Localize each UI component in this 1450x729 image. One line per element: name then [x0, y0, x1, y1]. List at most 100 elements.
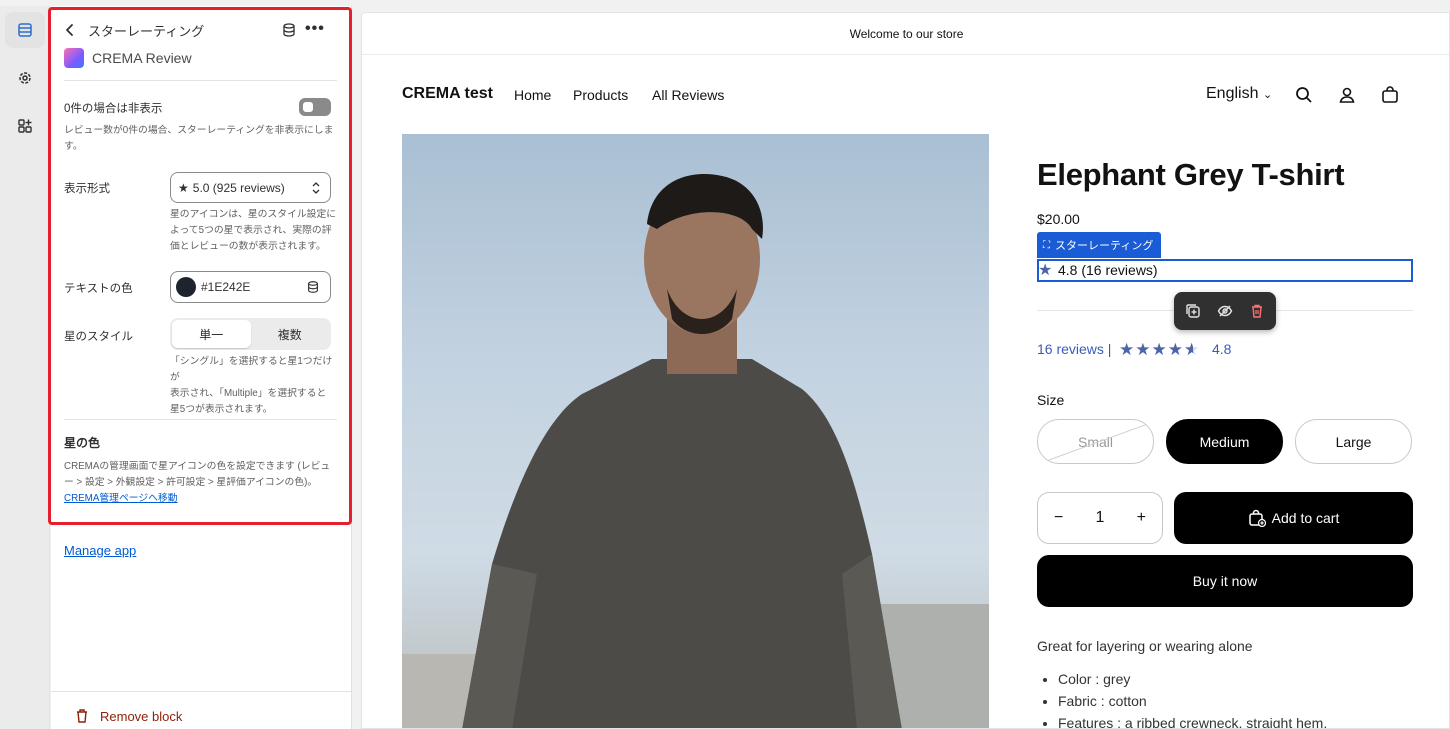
star-style-segmented: 単一 複数 [170, 318, 331, 350]
help-line: CREMAの管理画面で星アイコンの色を設定できます (レビュ [64, 461, 331, 472]
star-style-multiple-button[interactable]: 複数 [251, 320, 330, 348]
star-icon: ★ [1151, 340, 1168, 359]
feature-list: Color : grey Fabric : cotton Features : … [1058, 668, 1327, 728]
rating-value: 4.8 [1212, 341, 1232, 357]
size-option-medium[interactable]: Medium [1166, 419, 1283, 464]
cart-icon[interactable] [1380, 85, 1400, 105]
sections-button[interactable] [5, 12, 45, 48]
list-item: Color : grey [1058, 668, 1327, 690]
star-style-single-button[interactable]: 単一 [172, 320, 251, 348]
product-description: Great for layering or wearing alone [1037, 638, 1253, 654]
database-icon[interactable] [306, 280, 320, 294]
star-color-help: CREMAの管理画面で星アイコンの色を設定できます (レビュ ー > 設定 > … [64, 459, 344, 507]
text-color-label: テキストの色 [64, 283, 133, 295]
list-item: Fabric : cotton [1058, 690, 1327, 712]
display-format-select[interactable]: ★ 5.0 (925 reviews) [170, 172, 331, 203]
announcement-bar: Welcome to our store [362, 13, 1449, 55]
duplicate-icon[interactable] [1185, 303, 1201, 319]
back-icon[interactable] [63, 22, 77, 38]
apps-button[interactable] [5, 108, 45, 144]
language-selector[interactable]: English ⌄ [1206, 85, 1272, 103]
cart-add-icon [1248, 509, 1266, 527]
remove-block-row[interactable]: Remove block [51, 691, 352, 729]
minus-icon[interactable]: − [1054, 509, 1063, 527]
size-option-large[interactable]: Large [1295, 419, 1412, 464]
star-icon: ★ [1135, 340, 1152, 359]
help-line: ー > 設定 > 外観設定 > 許可設定 > 星評価アイコンの色)。 [64, 477, 318, 488]
star-icon: ★ [1167, 340, 1184, 359]
quantity-value[interactable]: 1 [1096, 509, 1105, 527]
hide-zero-toggle[interactable] [299, 98, 331, 116]
plus-icon[interactable]: + [1137, 509, 1146, 527]
text-color-value: #1E242E [201, 280, 251, 294]
display-format-label: 表示形式 [64, 183, 110, 195]
block-toolbar [1174, 292, 1276, 330]
help-line: す。 [64, 141, 83, 152]
block-settings-panel: スターレーティング ••• CREMA Review 0件の場合は非表示 レビュ… [51, 6, 352, 729]
quantity-stepper: − 1 + [1037, 492, 1163, 544]
block-star-icon: ★ [1038, 262, 1053, 279]
help-line: 星のアイコンは、星のスタイル設定に [170, 209, 337, 220]
trash-icon [77, 709, 87, 723]
display-format-value: 5.0 (925 reviews) [192, 180, 285, 195]
more-actions-icon[interactable]: ••• [305, 20, 325, 38]
product-image [402, 173, 989, 728]
star-rating-text: 4.8 (16 reviews) [1058, 262, 1158, 278]
help-line: レビュー数が0件の場合、スターレーティングを非表示にしま [64, 125, 334, 136]
size-label: Size [1037, 392, 1065, 408]
hide-icon[interactable] [1217, 303, 1233, 319]
display-format-help: 星のアイコンは、星のスタイル設定に よって5つの星で表示され、実際の評 価とレビ… [170, 207, 340, 255]
panel-header: スターレーティング ••• CREMA Review [51, 6, 352, 81]
block-select-icon: ⛶ [1043, 239, 1050, 251]
product-star-rating: ★★★★★★ [1119, 340, 1200, 360]
apps-icon [18, 119, 32, 133]
select-chevron-icon [312, 182, 320, 194]
sections-icon [18, 23, 32, 37]
list-item: Features : a ribbed crewneck, straight h… [1058, 712, 1327, 728]
account-icon[interactable] [1337, 85, 1357, 105]
add-to-cart-button[interactable]: Add to cart [1174, 492, 1413, 544]
reviews-count-link[interactable]: 16 reviews | [1037, 341, 1111, 357]
app-name: CREMA Review [92, 50, 192, 66]
selected-block-tag[interactable]: ⛶ スターレーティング [1037, 232, 1162, 258]
half-star-icon: ★★ [1184, 340, 1201, 359]
star-color-title: 星の色 [64, 436, 101, 450]
reviews-count: 16 reviews [1037, 341, 1104, 357]
settings-button[interactable] [5, 60, 45, 96]
delete-icon[interactable] [1249, 303, 1265, 319]
color-swatch[interactable] [176, 277, 196, 297]
storefront-preview: Welcome to our store CREMA test Home Pro… [361, 12, 1450, 729]
remove-block-button[interactable]: Remove block [100, 709, 182, 724]
star-icon: ★ [178, 180, 189, 195]
manage-app-link[interactable]: Manage app [64, 543, 136, 558]
hide-zero-help: レビュー数が0件の場合、スターレーティングを非表示にしま す。 [64, 123, 339, 155]
text-color-field[interactable]: #1E242E [170, 271, 331, 303]
help-line: 表示され、「Multiple」を選択すると [170, 388, 327, 399]
size-option-small[interactable]: Small [1037, 419, 1154, 464]
nav-all-reviews[interactable]: All Reviews [652, 87, 724, 103]
help-line: 「シングル」を選択すると星1つだけが [170, 356, 333, 383]
star-icon: ★ [1119, 340, 1136, 359]
search-icon[interactable] [1294, 85, 1314, 105]
buy-now-button[interactable]: Buy it now [1037, 555, 1413, 607]
block-tag-label: スターレーティング [1055, 240, 1154, 252]
star-style-label: 星のスタイル [64, 331, 133, 343]
product-title: Elephant Grey T-shirt [1037, 157, 1345, 192]
chevron-down-icon: ⌄ [1262, 89, 1273, 101]
nav-products[interactable]: Products [573, 87, 628, 103]
language-value: English [1206, 85, 1259, 102]
nav-home[interactable]: Home [514, 87, 551, 103]
help-line: よって5つの星で表示され、実際の評 [170, 225, 332, 236]
add-to-cart-label: Add to cart [1271, 510, 1340, 526]
store-brand[interactable]: CREMA test [402, 85, 493, 103]
divider [64, 80, 337, 81]
gear-icon [19, 72, 31, 84]
editor-rail [0, 6, 50, 729]
product-price: $20.00 [1037, 211, 1080, 227]
crema-admin-link[interactable]: CREMA管理ページへ移動 [64, 491, 344, 507]
product-photo[interactable] [402, 134, 989, 728]
star-style-help: 「シングル」を選択すると星1つだけが 表示され、「Multiple」を選択すると… [170, 354, 340, 418]
panel-title: スターレーティング [88, 24, 205, 39]
divider [64, 419, 337, 420]
database-icon[interactable] [281, 22, 297, 38]
